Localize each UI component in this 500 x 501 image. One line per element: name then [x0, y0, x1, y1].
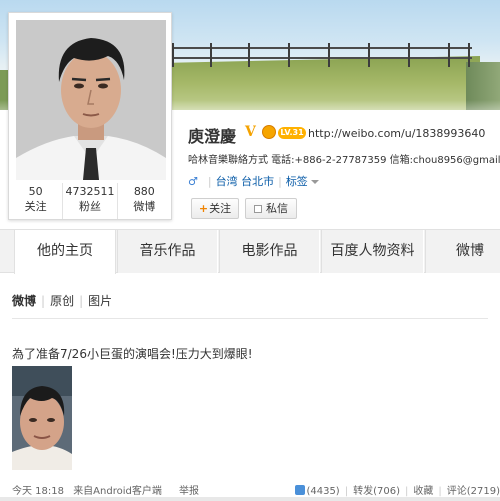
stat-label: 微博 — [133, 200, 156, 213]
post-text: 為了准备7/26小巨蛋的演唱会!压力大到爆眼! — [12, 347, 253, 361]
message-button-label: 私信 — [266, 202, 288, 215]
tab-weibo[interactable]: 微博 — [425, 230, 500, 273]
avatar-card: 50 关注 4732511 粉丝 880 微博 — [8, 12, 172, 220]
post-image[interactable] — [12, 366, 72, 470]
plus-icon: + — [198, 202, 209, 215]
stat-value: 4732511 — [65, 185, 115, 198]
favorite-button[interactable]: 收藏 — [413, 486, 433, 497]
stat-value: 50 — [28, 185, 43, 198]
profile-bio: 哈林音樂聯絡方式 電話:+886-2-27787359 信箱:chou8956@… — [188, 155, 500, 166]
comment-button[interactable]: 评论(2719) — [447, 486, 500, 497]
report-link[interactable]: 举报 — [179, 486, 199, 497]
stat-label: 关注 — [24, 200, 47, 213]
divider — [0, 497, 500, 501]
level-badge[interactable]: LV.31 — [278, 127, 306, 139]
divider — [12, 318, 488, 319]
stat-following[interactable]: 50 关注 — [9, 183, 64, 219]
post-actions: (4435) | 转发(706) | 收藏 | 评论(2719) — [295, 482, 500, 497]
thumbs-up-icon — [295, 485, 306, 495]
post-time[interactable]: 今天 18:18 — [12, 486, 64, 497]
feed-filter: 微博 | 原创 | 图片 — [12, 294, 113, 308]
stat-value: 880 — [133, 185, 155, 198]
stat-fans[interactable]: 4732511 粉丝 — [63, 183, 118, 219]
filter-original[interactable]: 原创 — [50, 294, 74, 308]
post-source[interactable]: 来自Android客户端 — [73, 486, 162, 497]
mail-icon — [254, 205, 262, 213]
tab-movies[interactable]: 电影作品 — [219, 230, 320, 273]
tab-home[interactable]: 他的主页 — [14, 230, 116, 274]
location-link[interactable]: 台湾 台北市 — [216, 175, 275, 188]
stat-label: 粉丝 — [78, 200, 101, 213]
profile-stats: 50 关注 4732511 粉丝 880 微博 — [9, 183, 171, 219]
profile-url-link[interactable]: http://weibo.com/u/1838993640 — [308, 127, 485, 140]
chevron-down-icon — [310, 180, 319, 184]
tab-baidu-profile[interactable]: 百度人物资料 — [321, 230, 424, 273]
like-button[interactable]: (4435) — [295, 485, 340, 497]
verified-icon[interactable]: V — [245, 125, 259, 139]
profile-meta-row: ♂ | 台湾 台北市 | 标签 — [188, 173, 319, 189]
repost-button[interactable]: 转发(706) — [353, 486, 400, 497]
stat-posts[interactable]: 880 微博 — [118, 183, 171, 219]
profile-name: 庾澄慶 — [188, 127, 237, 146]
medal-icon[interactable] — [262, 125, 276, 139]
like-count: (4435) — [306, 486, 340, 497]
post-footer: 今天 18:18 来自Android客户端 举报 (4435) | 转发(706) |… — [12, 482, 500, 497]
follow-button-label: 关注 — [209, 202, 232, 215]
banner-fence — [172, 43, 472, 67]
filter-all[interactable]: 微博 — [12, 294, 36, 308]
avatar[interactable] — [16, 20, 166, 180]
profile-tabs: 他的主页 音乐作品 电影作品 百度人物资料 微博 — [0, 229, 500, 274]
tags-label: 标签 — [285, 175, 308, 188]
message-button[interactable]: 私信 — [245, 198, 297, 219]
tags-dropdown[interactable]: 标签 — [286, 175, 319, 188]
male-icon: ♂ — [188, 175, 198, 188]
tab-music[interactable]: 音乐作品 — [117, 230, 218, 273]
follow-button[interactable]: +关注 — [191, 198, 239, 219]
filter-images[interactable]: 图片 — [88, 294, 112, 308]
